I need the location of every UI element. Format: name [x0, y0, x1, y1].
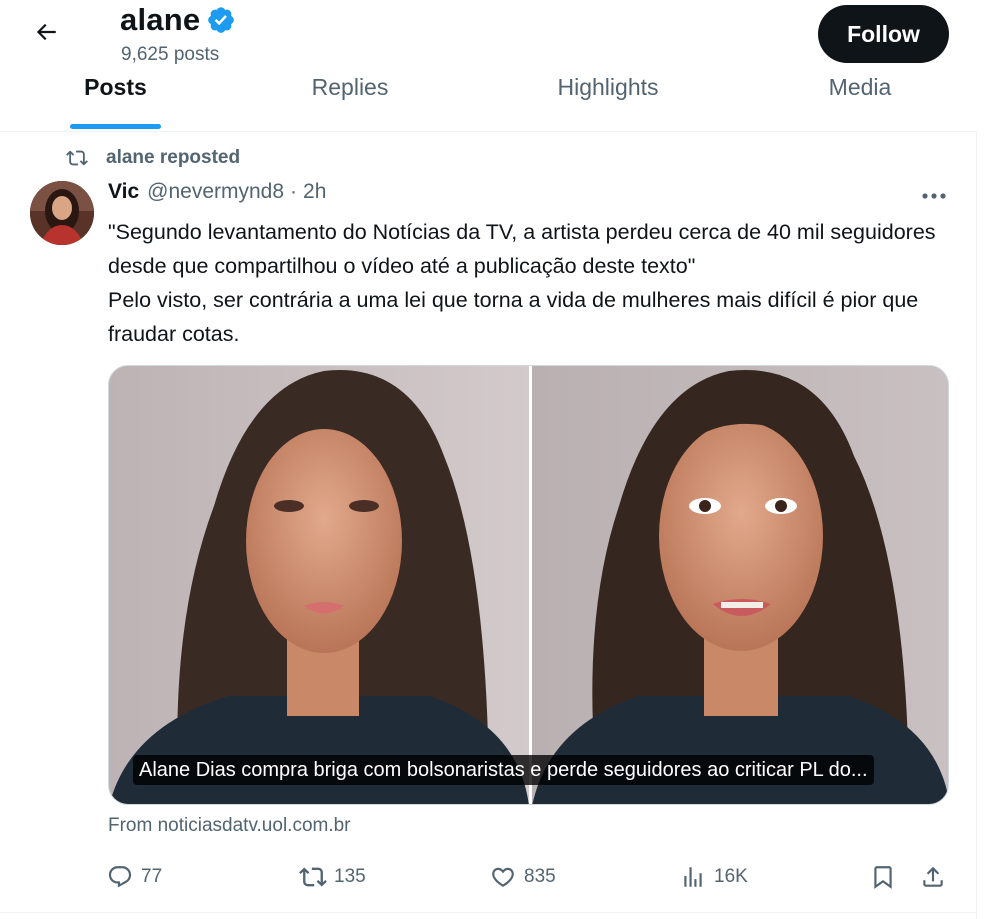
reply-icon: [105, 862, 135, 892]
post-count: 9,625 posts: [121, 44, 220, 65]
verified-badge-icon: [206, 5, 236, 35]
profile-tabs: Posts Replies Highlights Media: [0, 66, 977, 132]
repost-context[interactable]: alane reposted: [66, 144, 240, 172]
like-count: 835: [524, 866, 556, 887]
repost-label: alane reposted: [106, 147, 241, 168]
views-button[interactable]: 16K: [678, 855, 748, 899]
repost-button[interactable]: 135: [298, 855, 366, 899]
active-tab-indicator: [70, 124, 161, 129]
tab-media[interactable]: Media: [810, 66, 910, 132]
separator-dot: ·: [290, 180, 298, 203]
share-icon: [918, 862, 948, 892]
view-count: 16K: [714, 866, 748, 887]
tweet-header: Vic @nevermynd8 · 2h: [108, 180, 326, 204]
author-name[interactable]: Vic: [108, 180, 139, 204]
repost-icon: [66, 144, 94, 172]
more-horizontal-icon: [921, 187, 947, 205]
media-caption: Alane Dias compra briga com bolsonarista…: [133, 755, 874, 785]
more-options-button[interactable]: [914, 184, 954, 208]
video-thumbnail-image: [109, 366, 948, 804]
repost-icon: [298, 862, 328, 892]
reply-count: 77: [141, 866, 163, 887]
bookmark-icon: [868, 862, 898, 892]
tweet-text: "Segundo levantamento do Notícias da TV,…: [108, 220, 936, 346]
tab-replies[interactable]: Replies: [290, 66, 410, 132]
back-button[interactable]: [26, 14, 66, 54]
share-button[interactable]: [918, 855, 954, 899]
tab-posts[interactable]: Posts: [70, 66, 161, 132]
reply-button[interactable]: 77: [105, 855, 162, 899]
author-handle[interactable]: @nevermynd8: [147, 180, 284, 204]
tweet-timestamp[interactable]: 2h: [303, 180, 326, 204]
bookmark-button[interactable]: [868, 855, 904, 899]
profile-name: alane: [120, 2, 201, 37]
profile-name-row: alane: [120, 0, 236, 40]
repost-count: 135: [334, 866, 366, 887]
heart-icon: [488, 862, 518, 892]
tab-highlights[interactable]: Highlights: [538, 66, 678, 132]
arrow-left-icon: [33, 19, 59, 50]
tweet-divider: [0, 912, 977, 913]
analytics-icon: [678, 862, 708, 892]
avatar[interactable]: [30, 181, 94, 245]
profile-header: alane 9,625 posts Follow Posts Replies H…: [0, 0, 977, 132]
tweet-actions: 77 135 835 16K: [0, 855, 977, 899]
like-button[interactable]: 835: [488, 855, 556, 899]
link-card-media[interactable]: Alane Dias compra briga com bolsonarista…: [108, 365, 949, 805]
follow-button[interactable]: Follow: [818, 5, 949, 63]
link-source[interactable]: From noticiasdatv.uol.com.br: [108, 815, 351, 837]
